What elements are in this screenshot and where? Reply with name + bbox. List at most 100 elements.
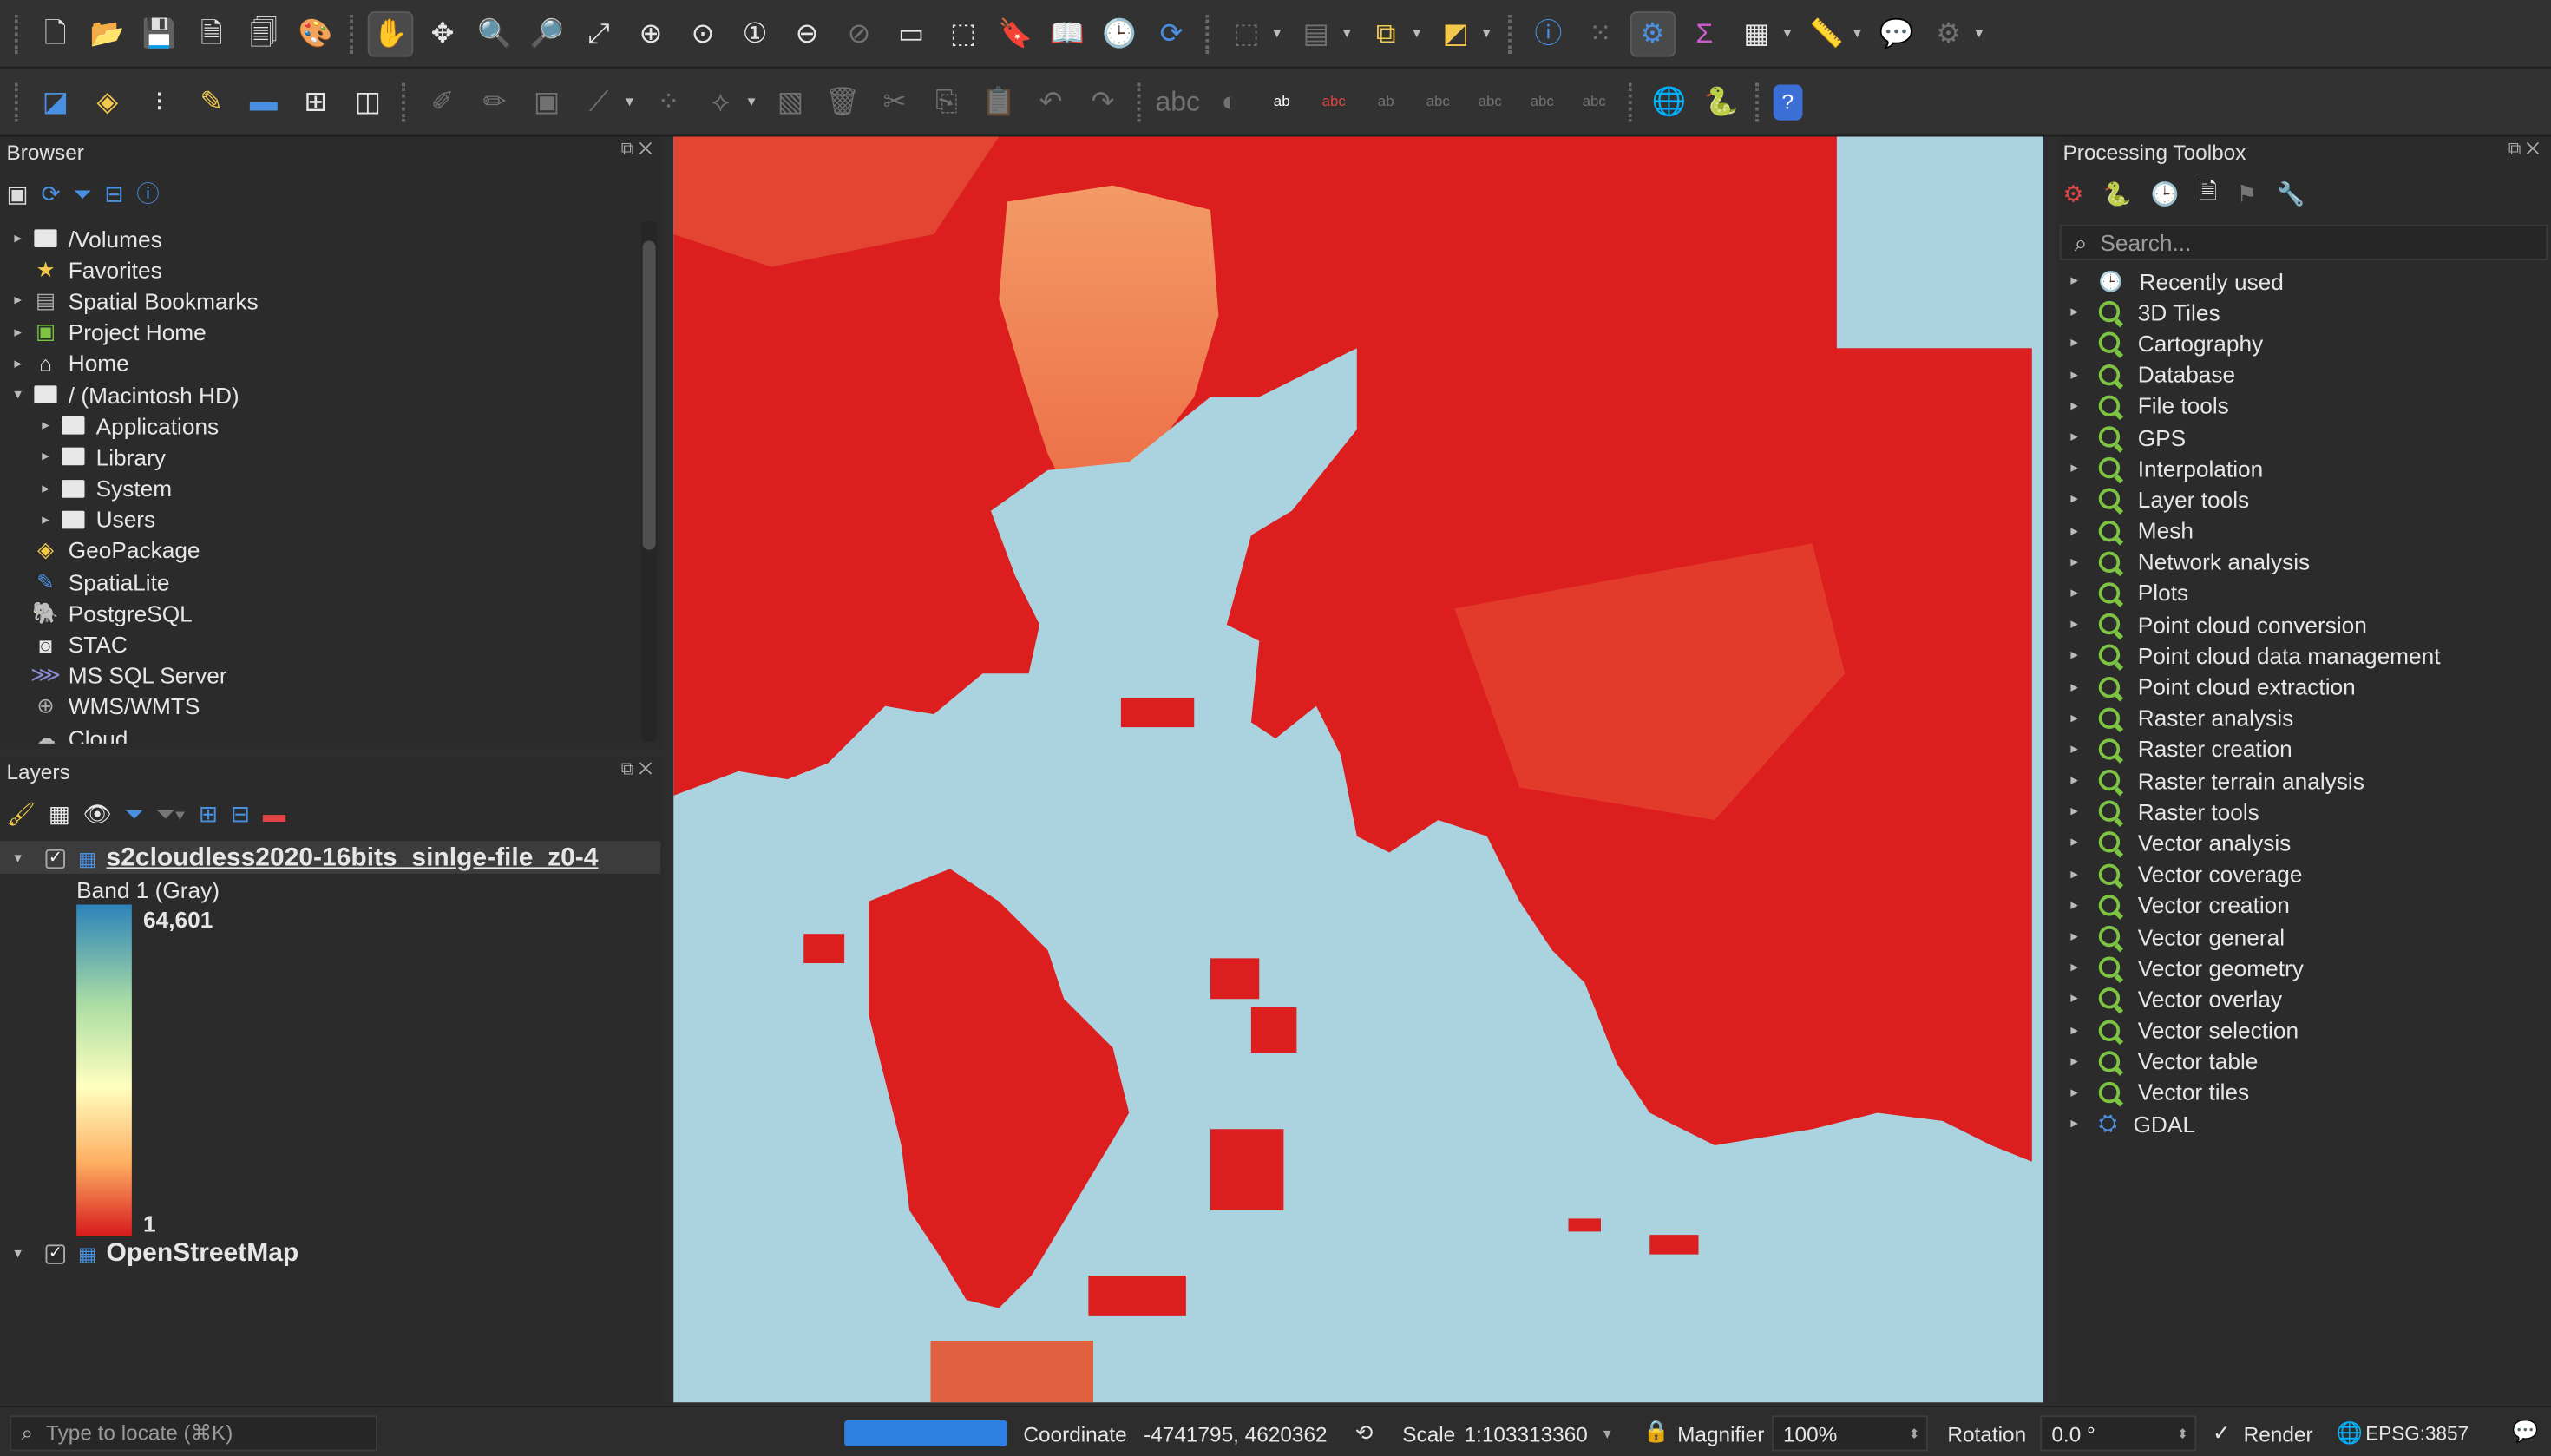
expand-arrow-icon[interactable]: ▸: [2063, 490, 2086, 508]
scrollbar-thumb[interactable]: [642, 240, 656, 550]
stepper-icon[interactable]: ⬍: [2177, 1426, 2188, 1440]
new-map-view-icon[interactable]: ▭: [889, 10, 934, 56]
new-geopackage-icon[interactable]: ◈: [85, 79, 131, 125]
expand-all-icon[interactable]: ⊞: [199, 800, 218, 828]
options-icon[interactable]: 🔧: [2277, 180, 2305, 207]
select-features-icon[interactable]: ⬚: [1223, 10, 1269, 56]
locator-search-input[interactable]: ⌕ Type to locate (⌘K): [10, 1415, 377, 1452]
toolbox-item[interactable]: ▸ Raster analysis: [2063, 702, 2551, 733]
diagram-icon[interactable]: ◐: [1207, 79, 1253, 125]
collapse-arrow-icon[interactable]: ▾: [7, 849, 30, 868]
new-print-layout-icon[interactable]: 🗎: [189, 10, 235, 56]
layer-item-raster[interactable]: ▾ ✓ ▦ s2cloudless2020-16bits_sinlge-file…: [7, 843, 598, 874]
pencil-icon[interactable]: ✏: [472, 79, 518, 125]
zoom-in-icon[interactable]: 🔍: [472, 10, 518, 56]
remove-layer-icon[interactable]: ▬: [263, 801, 285, 827]
browser-item[interactable]: 🐘 PostgreSQL: [0, 598, 638, 629]
open-project-icon[interactable]: 📂: [85, 10, 131, 56]
expand-arrow-icon[interactable]: ▸: [2063, 553, 2086, 571]
expand-arrow-icon[interactable]: ▸: [2063, 928, 2086, 946]
expand-arrow-icon[interactable]: ▸: [2063, 334, 2086, 352]
expand-arrow-icon[interactable]: ▸: [2063, 1021, 2086, 1040]
panel-float-close-icon[interactable]: ⧉✕: [621, 760, 658, 781]
map-canvas[interactable]: [673, 136, 2043, 1403]
chevron-down-icon[interactable]: ▼: [1410, 26, 1423, 41]
expand-arrow-icon[interactable]: ▸: [2063, 428, 2086, 446]
browser-item[interactable]: ▸ System: [0, 473, 638, 504]
toolbox-item[interactable]: ▸ Raster terrain analysis: [2063, 764, 2551, 796]
processing-toolbox-icon[interactable]: ⚙: [1630, 10, 1676, 56]
rotation-field[interactable]: 0.0 ° ⬍: [2040, 1415, 2197, 1452]
show-label-icon[interactable]: abc: [1415, 79, 1461, 125]
eye-icon[interactable]: 👁: [83, 800, 112, 828]
vertex-tool-icon[interactable]: ⁘: [646, 79, 692, 125]
results-viewer-icon[interactable]: 🗎: [2199, 174, 2217, 213]
pin-label-icon[interactable]: ab: [1363, 79, 1409, 125]
zoom-next-icon[interactable]: ⊘: [836, 10, 882, 56]
toolbox-item[interactable]: ▸ Raster creation: [2063, 733, 2551, 764]
attribute-table-icon[interactable]: ▤: [1293, 10, 1339, 56]
expand-arrow-icon[interactable]: ▸: [2063, 959, 2086, 977]
filter-legend-icon[interactable]: ⏷▾: [156, 800, 186, 828]
chevron-down-icon[interactable]: ▼: [1781, 26, 1794, 41]
zoom-full-icon[interactable]: ⤢: [576, 10, 622, 56]
info-icon[interactable]: ⓘ: [136, 177, 159, 210]
style-manager-icon[interactable]: 🎨: [293, 10, 339, 56]
toolbox-item[interactable]: ▸ Point cloud extraction: [2063, 671, 2551, 702]
toolbar-grip[interactable]: [14, 13, 22, 53]
expand-arrow-icon[interactable]: ▸: [34, 448, 56, 466]
layer-labeling-icon[interactable]: ab: [1259, 79, 1305, 125]
toolbox-item[interactable]: ▸ Mesh: [2063, 515, 2551, 546]
browser-item[interactable]: ★ Favorites: [0, 254, 638, 285]
toolbox-item[interactable]: ▸ 🕒 Recently used: [2063, 266, 2551, 297]
node-tool-icon[interactable]: ⟡: [698, 79, 744, 125]
browser-item[interactable]: ▸ Library: [0, 442, 638, 473]
toolbox-item[interactable]: ▸ Vector general: [2063, 921, 2551, 952]
crs-label[interactable]: EPSG:3857: [2365, 1422, 2469, 1445]
expand-arrow-icon[interactable]: ▸: [7, 230, 30, 248]
panel-float-close-icon[interactable]: ⧉✕: [621, 140, 658, 161]
browser-item[interactable]: ▸ ⌂ Home: [0, 348, 638, 379]
settings-icon[interactable]: ⚙: [1925, 10, 1971, 56]
deselect-icon[interactable]: ⧉: [1363, 10, 1409, 56]
label-toolbar-icon[interactable]: abc: [1155, 79, 1201, 125]
python-scripts-icon[interactable]: 🐍: [2103, 180, 2132, 207]
browser-item[interactable]: ☁ Cloud: [0, 723, 638, 743]
add-vector-layer-icon[interactable]: ◪: [33, 79, 79, 125]
style-icon[interactable]: 🖌: [7, 800, 36, 828]
browser-item[interactable]: ⋙ MS SQL Server: [0, 660, 638, 692]
change-label-icon[interactable]: abc: [1571, 79, 1617, 125]
toolbox-item[interactable]: ▸ Cartography: [2063, 328, 2551, 359]
expand-arrow-icon[interactable]: ▸: [7, 354, 30, 372]
history-icon[interactable]: 🕒: [2151, 180, 2180, 207]
toggle-editing-icon[interactable]: ⊞: [293, 79, 339, 125]
rotate-label-icon[interactable]: abc: [1519, 79, 1565, 125]
browser-item[interactable]: ▸ Applications: [0, 410, 638, 442]
panel-splitter[interactable]: [2043, 136, 2056, 1403]
browser-item[interactable]: ▾ / (Macintosh HD): [0, 379, 638, 410]
expand-arrow-icon[interactable]: ▸: [2063, 678, 2086, 696]
show-bookmarks-icon[interactable]: 📖: [1045, 10, 1091, 56]
expand-arrow-icon[interactable]: ▸: [2063, 397, 2086, 415]
expand-arrow-icon[interactable]: ▸: [2063, 272, 2086, 290]
expand-arrow-icon[interactable]: ▸: [2063, 1084, 2086, 1102]
toolbox-item[interactable]: ▸ 3D Tiles: [2063, 297, 2551, 328]
chevron-down-icon[interactable]: ▼: [1972, 26, 1985, 41]
rule-labeling-icon[interactable]: abc: [1311, 79, 1357, 125]
expand-arrow-icon[interactable]: ▸: [7, 292, 30, 311]
add-feature-icon[interactable]: ✐: [420, 79, 466, 125]
expand-arrow-icon[interactable]: ▸: [2063, 521, 2086, 540]
save-project-icon[interactable]: 💾: [137, 10, 183, 56]
toolbox-item[interactable]: ▸ Vector selection: [2063, 1014, 2551, 1046]
pan-to-selection-icon[interactable]: ✥: [420, 10, 466, 56]
collapse-arrow-icon[interactable]: ▾: [7, 1245, 30, 1263]
refresh-icon[interactable]: ⟳: [41, 180, 60, 207]
toolbox-item[interactable]: ▸ Raster tools: [2063, 796, 2551, 827]
browser-item[interactable]: ✎ SpatiaLite: [0, 567, 638, 598]
expand-arrow-icon[interactable]: ▸: [2063, 646, 2086, 665]
browser-item[interactable]: ▸ ▤ Spatial Bookmarks: [0, 285, 638, 317]
toolbox-item[interactable]: ▸ Database: [2063, 359, 2551, 390]
identify-features-icon[interactable]: ⓘ: [1525, 10, 1571, 56]
collapse-arrow-icon[interactable]: ▾: [7, 385, 30, 403]
zoom-native-icon[interactable]: ①: [732, 10, 778, 56]
